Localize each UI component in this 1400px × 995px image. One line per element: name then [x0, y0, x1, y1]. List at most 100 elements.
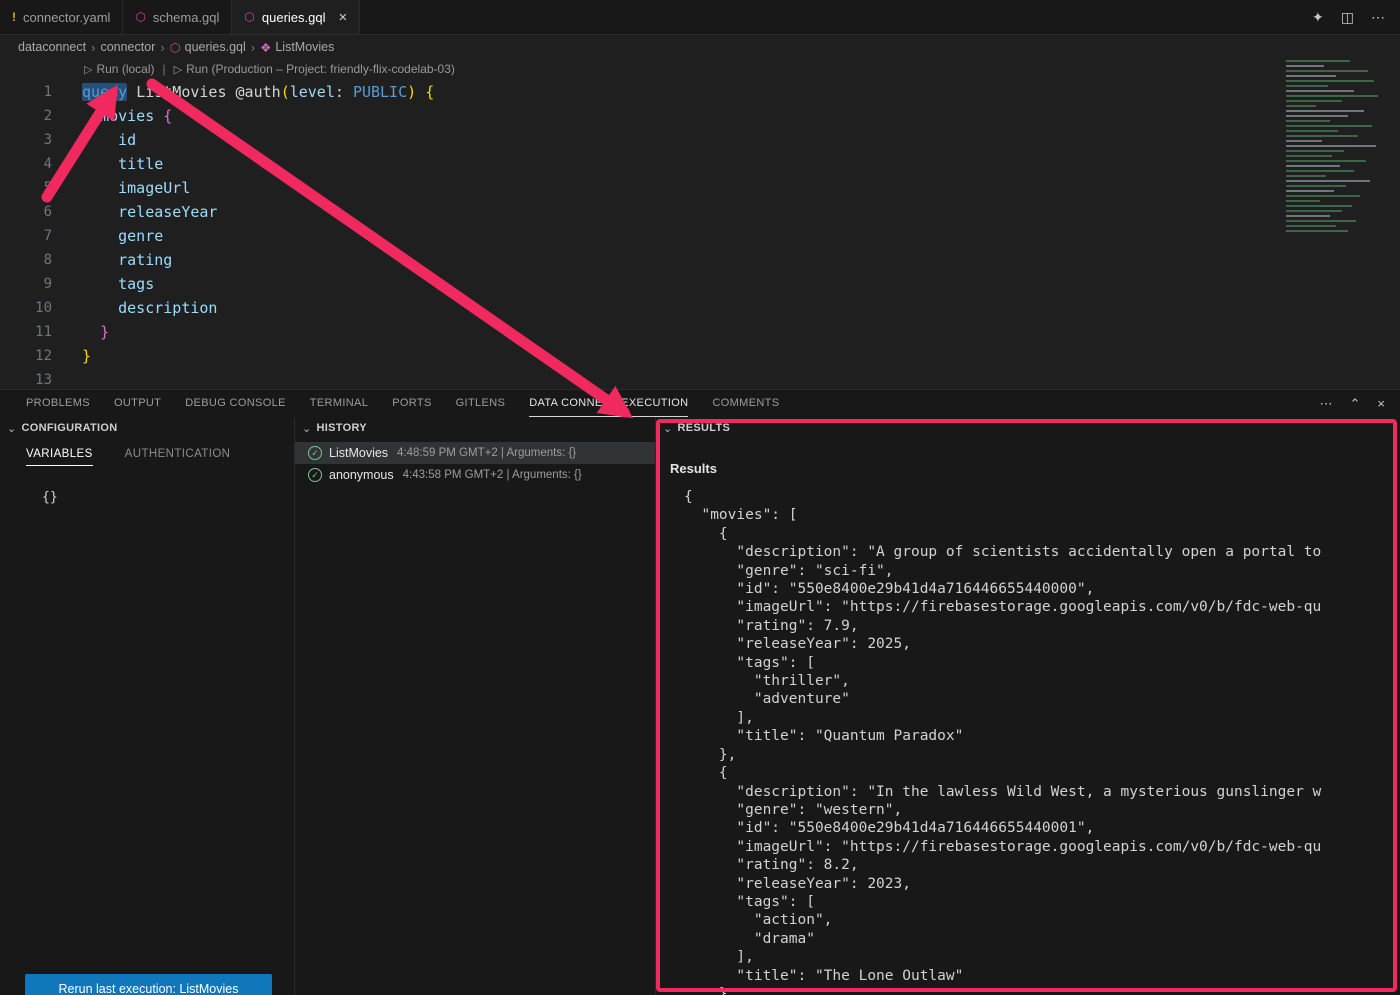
chevron-right-icon: › — [91, 40, 95, 55]
line-number: 6 — [0, 200, 52, 224]
code-line[interactable]: 7 genre — [0, 224, 1400, 248]
breadcrumb-label: connector — [100, 40, 155, 54]
code-line[interactable]: 4 title — [0, 152, 1400, 176]
run-production-codelens[interactable]: ▷ Run (Production – Project: friendly-fl… — [174, 62, 455, 76]
chevron-down-icon: ⌄ — [663, 422, 673, 435]
tab-strip: !connector.yaml⬡schema.gql⬡queries.gql× — [0, 0, 360, 34]
config-tab-variables[interactable]: VARIABLES — [26, 448, 93, 466]
code-line[interactable]: 12} — [0, 344, 1400, 368]
rerun-button[interactable]: Rerun last execution: ListMovies — [25, 974, 272, 995]
variables-value[interactable]: {} — [42, 490, 294, 505]
editor-tab-queries.gql[interactable]: ⬡queries.gql× — [232, 0, 360, 34]
close-icon[interactable]: × — [339, 9, 348, 26]
code-line[interactable]: 6 releaseYear — [0, 200, 1400, 224]
panel-tab-problems[interactable]: PROBLEMS — [26, 390, 90, 417]
code-token — [82, 251, 118, 269]
panel-tab-ports[interactable]: PORTS — [392, 390, 431, 417]
code-line[interactable]: 5 imageUrl — [0, 176, 1400, 200]
code-token — [82, 323, 100, 341]
history-entry-detail: 4:43:58 PM GMT+2 | Arguments: {} — [403, 469, 582, 481]
config-tab-authentication[interactable]: AUTHENTICATION — [125, 448, 231, 466]
breadcrumb-item-ListMovies[interactable]: ❖ListMovies — [260, 40, 334, 55]
sparkle-icon[interactable]: ✦ — [1312, 9, 1324, 26]
panel-tab-terminal[interactable]: TERMINAL — [310, 390, 368, 417]
run-production-label: Run (Production – Project: friendly-flix… — [186, 62, 455, 76]
code-editor[interactable]: ▷ Run (local) | ▷ Run (Production – Proj… — [0, 58, 1400, 389]
configuration-title: CONFIGURATION — [22, 422, 118, 434]
breadcrumb-item-queries.gql[interactable]: ⬡queries.gql — [170, 40, 246, 55]
more-icon[interactable]: ⋯ — [1371, 9, 1385, 26]
configuration-tabs: VARIABLES AUTHENTICATION — [26, 448, 294, 466]
check-circle-icon: ✓ — [308, 446, 322, 460]
code-line[interactable]: 11 } — [0, 320, 1400, 344]
code-line[interactable]: 1query ListMovies @auth(level: PUBLIC) { — [0, 80, 1400, 104]
breadcrumb-label: queries.gql — [185, 40, 246, 54]
chevron-up-icon[interactable]: ⌃ — [1350, 396, 1361, 412]
code-token: tags — [118, 275, 154, 293]
history-list: ✓ListMovies4:48:59 PM GMT+2 | Arguments:… — [295, 442, 655, 486]
more-icon[interactable]: ⋯ — [1320, 396, 1333, 412]
code-token — [82, 179, 118, 197]
tab-label: queries.gql — [262, 10, 326, 25]
code-line[interactable]: 13 — [0, 368, 1400, 389]
minimap[interactable] — [1282, 58, 1398, 248]
panel-tab-comments[interactable]: COMMENTS — [712, 390, 779, 417]
code-token: ) — [407, 83, 416, 101]
code-line[interactable]: 10 description — [0, 296, 1400, 320]
line-number: 7 — [0, 224, 52, 248]
breadcrumb-item-connector[interactable]: connector — [100, 40, 155, 54]
close-icon[interactable]: × — [1377, 396, 1385, 412]
check-circle-icon: ✓ — [308, 468, 322, 482]
code-text: } — [52, 320, 109, 344]
panel-tab-output[interactable]: OUTPUT — [114, 390, 161, 417]
play-icon: ▷ — [174, 63, 182, 76]
breadcrumb-item-dataconnect[interactable]: dataconnect — [18, 40, 86, 54]
panel-tab-gitlens[interactable]: GITLENS — [456, 390, 506, 417]
panel-tab-data-connect-execution[interactable]: DATA CONNECT EXECUTION — [529, 390, 688, 417]
code-text: description — [52, 296, 217, 320]
code-text — [52, 368, 82, 389]
code-token: query — [82, 83, 127, 101]
code-text: releaseYear — [52, 200, 217, 224]
history-entry-anonymous[interactable]: ✓anonymous4:43:58 PM GMT+2 | Arguments: … — [295, 464, 655, 486]
split-editor-icon[interactable]: ◫ — [1341, 9, 1354, 26]
run-local-codelens[interactable]: ▷ Run (local) — [84, 62, 155, 76]
code-token: { — [425, 83, 434, 101]
run-local-label: Run (local) — [96, 62, 154, 76]
panel-tab-bar: PROBLEMS OUTPUT DEBUG CONSOLE TERMINAL PORTS… — [0, 390, 779, 417]
line-number: 3 — [0, 128, 52, 152]
line-number: 8 — [0, 248, 52, 272]
results-header[interactable]: ⌄ RESULTS — [656, 417, 1400, 439]
history-entry-ListMovies[interactable]: ✓ListMovies4:48:59 PM GMT+2 | Arguments:… — [295, 442, 655, 464]
configuration-header[interactable]: ⌄ CONFIGURATION — [0, 417, 294, 439]
history-header[interactable]: ⌄ HISTORY — [295, 417, 655, 439]
code-token — [227, 83, 236, 101]
code-line[interactable]: 9 tags — [0, 272, 1400, 296]
code-text: id — [52, 128, 136, 152]
results-section: ⌄ RESULTS Results { "movies": [ { "descr… — [656, 417, 1400, 995]
code-token — [82, 275, 118, 293]
breadcrumb-label: ListMovies — [275, 40, 334, 54]
editor-tab-connector.yaml[interactable]: !connector.yaml — [0, 0, 123, 34]
code-token: @auth — [236, 83, 281, 101]
code-line[interactable]: 2 movies { — [0, 104, 1400, 128]
code-token — [82, 227, 118, 245]
editor-tab-schema.gql[interactable]: ⬡schema.gql — [123, 0, 232, 34]
code-token — [154, 107, 163, 125]
line-number: 13 — [0, 368, 52, 389]
code-text: genre — [52, 224, 163, 248]
code-token — [127, 83, 136, 101]
results-json[interactable]: { "movies": [ { "description": "A group … — [684, 488, 1400, 995]
code-token — [82, 155, 118, 173]
code-line[interactable]: 3 id — [0, 128, 1400, 152]
code-token — [82, 107, 100, 125]
code-token: rating — [118, 251, 172, 269]
tab-label: schema.gql — [153, 10, 219, 25]
code-token: PUBLIC — [353, 83, 407, 101]
line-number: 12 — [0, 344, 52, 368]
chevron-down-icon: ⌄ — [7, 422, 17, 435]
tab-label: connector.yaml — [23, 10, 110, 25]
code-line[interactable]: 8 rating — [0, 248, 1400, 272]
panel-tab-debug-console[interactable]: DEBUG CONSOLE — [185, 390, 286, 417]
line-number: 9 — [0, 272, 52, 296]
